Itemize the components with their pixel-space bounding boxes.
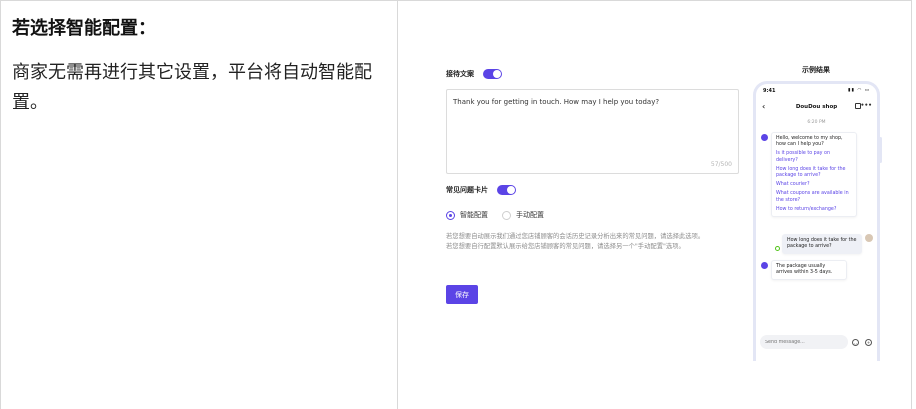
faq-toggle[interactable] (497, 185, 516, 195)
user-message-bubble: How long does it take for the package to… (782, 234, 862, 255)
bot-avatar (761, 134, 768, 141)
hint-line-1: 若您想要自动展示我们通过您店铺顾客的会话历史记录分析出来的常见问题，请选择此选项… (446, 233, 705, 240)
radio-manual-config[interactable]: 手动配置 (502, 210, 544, 220)
greeting-text: Hello, welcome to my shop, how can I hel… (776, 136, 843, 148)
more-icon[interactable]: ••• (860, 100, 872, 112)
user-avatar (865, 234, 873, 242)
config-hint: 若您想要自动展示我们通过您店铺顾客的会话历史记录分析出来的常见问题，请选择此选项… (446, 232, 742, 252)
read-check-icon (775, 246, 780, 251)
shop-name: DouDou shop (795, 104, 838, 110)
chat-timestamp: 6:20 PM (807, 120, 826, 125)
faq-question-link[interactable]: Is it possible to pay on delivery? (776, 151, 852, 163)
add-icon[interactable]: + (865, 339, 872, 346)
radio-smart-config[interactable]: 智能配置 (446, 210, 488, 220)
greeting-bubble: Hello, welcome to my shop, how can I hel… (771, 132, 857, 218)
save-button[interactable]: 保存 (446, 285, 478, 304)
section-description: 商家无需再进行其它设置，平台将自动智能配置。 (12, 62, 372, 113)
back-icon[interactable]: ‹ (762, 100, 765, 114)
message-input[interactable] (760, 335, 848, 349)
faq-question-link[interactable]: What coupons are available in the store? (776, 191, 852, 203)
reply-row: 接待文案 (446, 69, 502, 79)
faq-label: 常见问题卡片 (446, 186, 488, 194)
chat-header: ‹ DouDou shop ••• (756, 100, 877, 114)
radio-selected-icon (446, 210, 455, 220)
phone-preview: 9:41 ▮▮ ◠ ▭ ‹ DouDou shop ••• 6:20 PM He… (753, 81, 880, 361)
hint-line-2: 若您想要自行配置默认展示给您店铺顾客的常见问题，请选择另一个"手动配置"选项。 (446, 243, 685, 250)
status-time: 9:41 (763, 88, 776, 94)
faq-row: 常见问题卡片 (446, 185, 516, 195)
bot-reply-bubble: The package usually arrives within 3-5 d… (771, 260, 847, 281)
user-message-text: How long does it take for the package to… (787, 238, 857, 250)
config-mode-radio-group: 智能配置 手动配置 (446, 210, 558, 220)
faq-question-link[interactable]: What courier? (776, 182, 852, 188)
settings-screenshot: 接待文案 Thank you for getting in touch. How… (398, 1, 911, 409)
radio-unselected-icon (502, 210, 511, 220)
emoji-icon[interactable]: ◡ (852, 339, 859, 346)
status-icons: ▮▮ ◠ ▭ (848, 88, 870, 93)
toggle-knob (493, 70, 501, 78)
char-counter: 57/500 (710, 161, 732, 168)
faq-question-link[interactable]: How long does it take for the package to… (776, 167, 852, 179)
description-cell: 若选择智能配置： 商家无需再进行其它设置，平台将自动智能配置。 (12, 16, 387, 118)
radio-manual-label: 手动配置 (516, 211, 544, 219)
reply-toggle[interactable] (483, 69, 502, 79)
reply-textarea[interactable]: Thank you for getting in touch. How may … (446, 89, 739, 174)
bot-reply-text: The package usually arrives within 3-5 d… (776, 264, 833, 276)
toggle-knob (507, 186, 515, 194)
faq-question-link[interactable]: How to return/exchange? (776, 207, 852, 213)
section-title: 若选择智能配置： (12, 18, 156, 39)
radio-smart-label: 智能配置 (460, 211, 488, 219)
bot-avatar (761, 262, 768, 269)
reply-label: 接待文案 (446, 70, 474, 78)
reply-text: Thank you for getting in touch. How may … (453, 98, 660, 106)
preview-label: 示例结果 (802, 66, 830, 74)
